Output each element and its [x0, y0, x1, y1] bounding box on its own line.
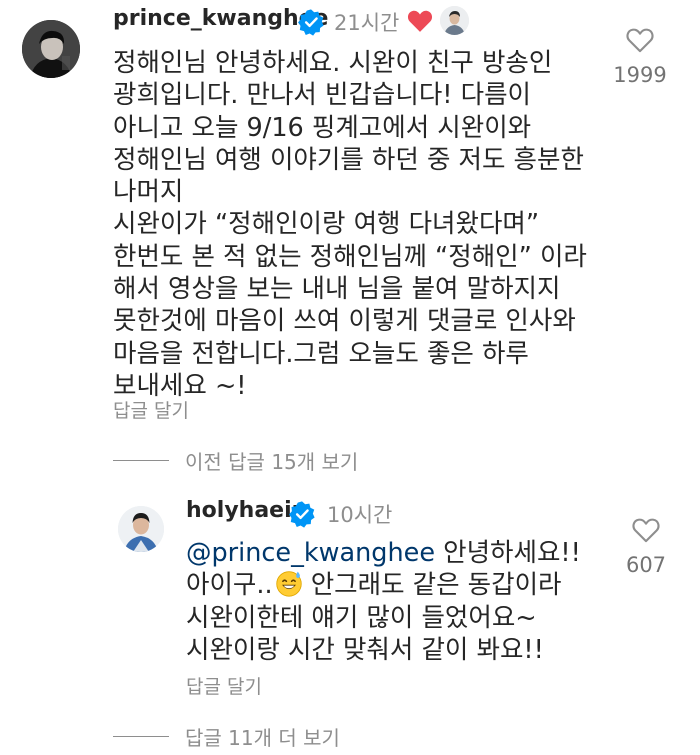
- comment-body: 정해인님 안녕하세요. 시완이 친구 방송인 광희입니다. 만나서 빈갑습니다!…: [113, 47, 587, 402]
- reply-body: @prince_kwanghee 안녕하세요!! 아이구.. 안그래도 같은 동…: [186, 537, 581, 666]
- reply-line: 시완이한테 얘기 많이 들었어요~: [186, 602, 537, 633]
- comment-line: 못한것에 마음이 쓰여 이렇게 댓글로 인사와: [113, 306, 576, 337]
- liked-by-author-heart-icon: [407, 10, 433, 32]
- avatar-photo: [118, 506, 164, 552]
- reply-line: 시완이랑 시간 맞춰서 같이 봐요!!: [186, 634, 544, 665]
- reply-time: 10시간: [327, 503, 393, 527]
- avatar-photo: [22, 20, 80, 78]
- reply-text: 안그래도 같은 동갑이라: [302, 570, 562, 601]
- comment-line: 정해인님 안녕하세요. 시완이 친구 방송인: [113, 48, 553, 78]
- mention-link[interactable]: @prince_kwanghee: [186, 538, 435, 568]
- reply-like-count: 607: [625, 553, 667, 577]
- comment-like: 1999: [600, 27, 680, 87]
- comment-line: 해서 영상을 보는 내내 님을 붙여 말하지지: [113, 274, 561, 305]
- reply-line: @prince_kwanghee 안녕하세요!!: [186, 537, 581, 569]
- grinning-sweat-emoji-icon: [275, 571, 302, 597]
- author-avatar-mini: [440, 6, 469, 35]
- comment-line: 아니고 오늘 9/16 핑계고에서 시완이와: [113, 112, 532, 143]
- avatar-prince-kwanghee[interactable]: [22, 20, 80, 78]
- like-heart-icon[interactable]: [632, 517, 660, 543]
- main-comment: prince_kwanghee 21시간 정해인님 안녕하세요. 시완이 친구 …: [0, 0, 700, 430]
- view-previous-replies[interactable]: 이전 답글 15개 보기: [113, 446, 358, 475]
- view-more-label: 답글 11개 더 보기: [185, 726, 340, 750]
- like-heart-icon[interactable]: [626, 27, 654, 53]
- comment-line: 마음을 전합니다.그럼 오늘도 좋은 하루: [113, 338, 529, 369]
- comment-line: 나머지: [113, 177, 184, 208]
- reply-line: 아이구.. 안그래도 같은 동갑이라: [186, 569, 581, 601]
- comment-line: 시완이가 “정해인이랑 여행 다녀왔다며”: [113, 209, 540, 240]
- comment-time: 21시간: [334, 11, 400, 35]
- reply-text: 아이구..: [186, 570, 273, 601]
- reply-like: 607: [606, 517, 686, 577]
- view-more-replies[interactable]: 답글 11개 더 보기: [113, 722, 340, 751]
- comment-line: 정해인님 여행 이야기를 하던 중 저도 흥분한: [113, 144, 584, 175]
- comment-line: 한번도 본 적 없는 정해인님께 “정해인” 이라: [113, 241, 587, 272]
- divider-line: [113, 736, 169, 737]
- comment-reply-button[interactable]: 답글 달기: [113, 396, 189, 423]
- reply-text: 안녕하세요!!: [435, 538, 581, 568]
- comment-line: 광희입니다. 만나서 빈갑습니다! 다름이: [113, 80, 532, 111]
- reply-reply-button[interactable]: 답글 달기: [186, 672, 262, 699]
- verified-badge-icon: [289, 501, 315, 528]
- divider-line: [113, 460, 169, 461]
- comment-like-count: 1999: [613, 63, 667, 87]
- reply-comment: holyhaein 10시간 @prince_kwanghee 안녕하세요!! …: [0, 480, 700, 700]
- avatar-holyhaein[interactable]: [118, 506, 164, 552]
- verified-badge-icon: [298, 9, 324, 36]
- view-previous-label: 이전 답글 15개 보기: [185, 450, 359, 474]
